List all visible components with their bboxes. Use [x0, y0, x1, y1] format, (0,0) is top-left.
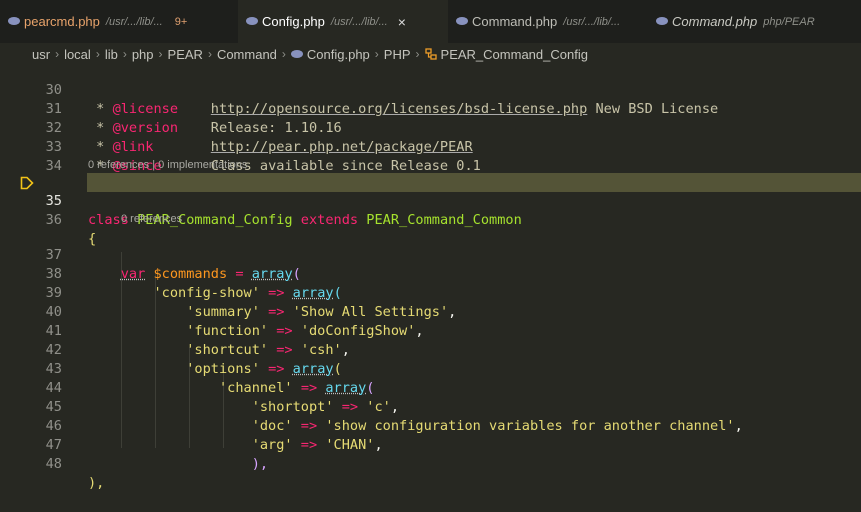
tab-label: pearcmd.php	[24, 14, 100, 29]
close-icon[interactable]: ×	[398, 14, 406, 30]
tab-command-php[interactable]: Command.php php/PEAR	[648, 0, 861, 43]
tab-label: Command.php	[672, 14, 758, 29]
code-line: 38 'config-show' => array(	[0, 246, 861, 301]
problems-badge: 9+	[174, 15, 188, 28]
tab-path: php/PEAR	[763, 15, 815, 28]
code-line: 30 * @license http://opensource.org/lice…	[0, 62, 861, 117]
chevron-right-icon: ›	[55, 47, 60, 61]
tab-config[interactable]: Config.php /usr/.../lib/... ×	[238, 0, 448, 43]
tab-path: /usr/.../lib/...	[563, 15, 621, 28]
code-line: 33 * @since Class available since Releas…	[0, 119, 861, 174]
code-line: 43 'channel' => array(	[0, 341, 861, 396]
breadcrumb-item[interactable]: usr	[32, 47, 50, 62]
php-file-icon	[656, 17, 668, 25]
code-editor[interactable]: 30 * @license http://opensource.org/lice…	[0, 62, 861, 491]
chevron-right-icon: ›	[374, 47, 379, 61]
class-symbol-icon	[424, 48, 437, 60]
tab-command-lib[interactable]: Command.php /usr/.../lib/...	[448, 0, 648, 43]
codelens-references[interactable]: 0 references	[121, 211, 182, 227]
php-file-icon	[456, 17, 468, 25]
chevron-right-icon: ›	[122, 47, 127, 61]
code-line: 47 ),	[0, 417, 861, 472]
code-line: 44 'shortopt' => 'c',	[0, 360, 861, 415]
editor-tab-bar: pearcmd.php /usr/.../lib/... 9+ Config.p…	[0, 0, 861, 43]
php-file-icon	[246, 17, 258, 25]
php-file-icon	[8, 17, 20, 25]
code-line: 37 var $commands = array(	[0, 227, 861, 282]
tab-path: /usr/.../lib/...	[330, 15, 388, 28]
tab-label: Command.php	[472, 14, 558, 29]
tab-pearcmd[interactable]: pearcmd.php /usr/.../lib/... 9+	[0, 0, 238, 43]
code-line: 31 * @version Release: 1.10.16	[0, 81, 861, 136]
breadcrumb-item[interactable]: PHP	[384, 47, 411, 62]
breadcrumb-item[interactable]: PEAR	[168, 47, 203, 62]
chevron-right-icon: ›	[207, 47, 212, 61]
chevron-right-icon: ›	[281, 47, 286, 61]
php-file-icon	[290, 50, 303, 58]
breadcrumb-item[interactable]: lib	[105, 47, 118, 62]
code-line: 42 'options' => array(	[0, 322, 861, 377]
breadcrumb-item[interactable]: local	[64, 47, 91, 62]
chevron-right-icon: ›	[415, 47, 420, 61]
code-line: 32 * @link http://pear.php.net/package/P…	[0, 100, 861, 155]
breadcrumb-item[interactable]: Config.php	[307, 47, 370, 62]
chevron-right-icon: ›	[95, 47, 100, 61]
tab-path: /usr/.../lib/...	[105, 15, 163, 28]
code-line: 41 'shortcut' => 'csh',	[0, 303, 861, 358]
code-line: 34 */	[0, 138, 861, 193]
line-number: 48	[45, 456, 62, 472]
code-line: 45 'doc' => 'show configuration variable…	[0, 379, 861, 434]
code-line: 48 ),	[0, 436, 861, 491]
code-line: 39 'summary' => 'Show All Settings',	[0, 265, 861, 320]
chevron-right-icon: ›	[158, 47, 163, 61]
tab-label: Config.php	[262, 14, 325, 29]
code-line: 40 'function' => 'doConfigShow',	[0, 284, 861, 339]
code-line: 35 class PEAR_Command_Config extends PEA…	[0, 173, 861, 228]
breadcrumb-item[interactable]: PEAR_Command_Config	[441, 47, 588, 62]
code-line: 46 'arg' => 'CHAN',	[0, 398, 861, 453]
codelens-references[interactable]: 0 references | 0 implementations	[88, 157, 247, 173]
breadcrumb-item[interactable]: php	[132, 47, 154, 62]
code-line: 36 {	[0, 192, 861, 247]
breadcrumb-item[interactable]: Command	[217, 47, 277, 62]
